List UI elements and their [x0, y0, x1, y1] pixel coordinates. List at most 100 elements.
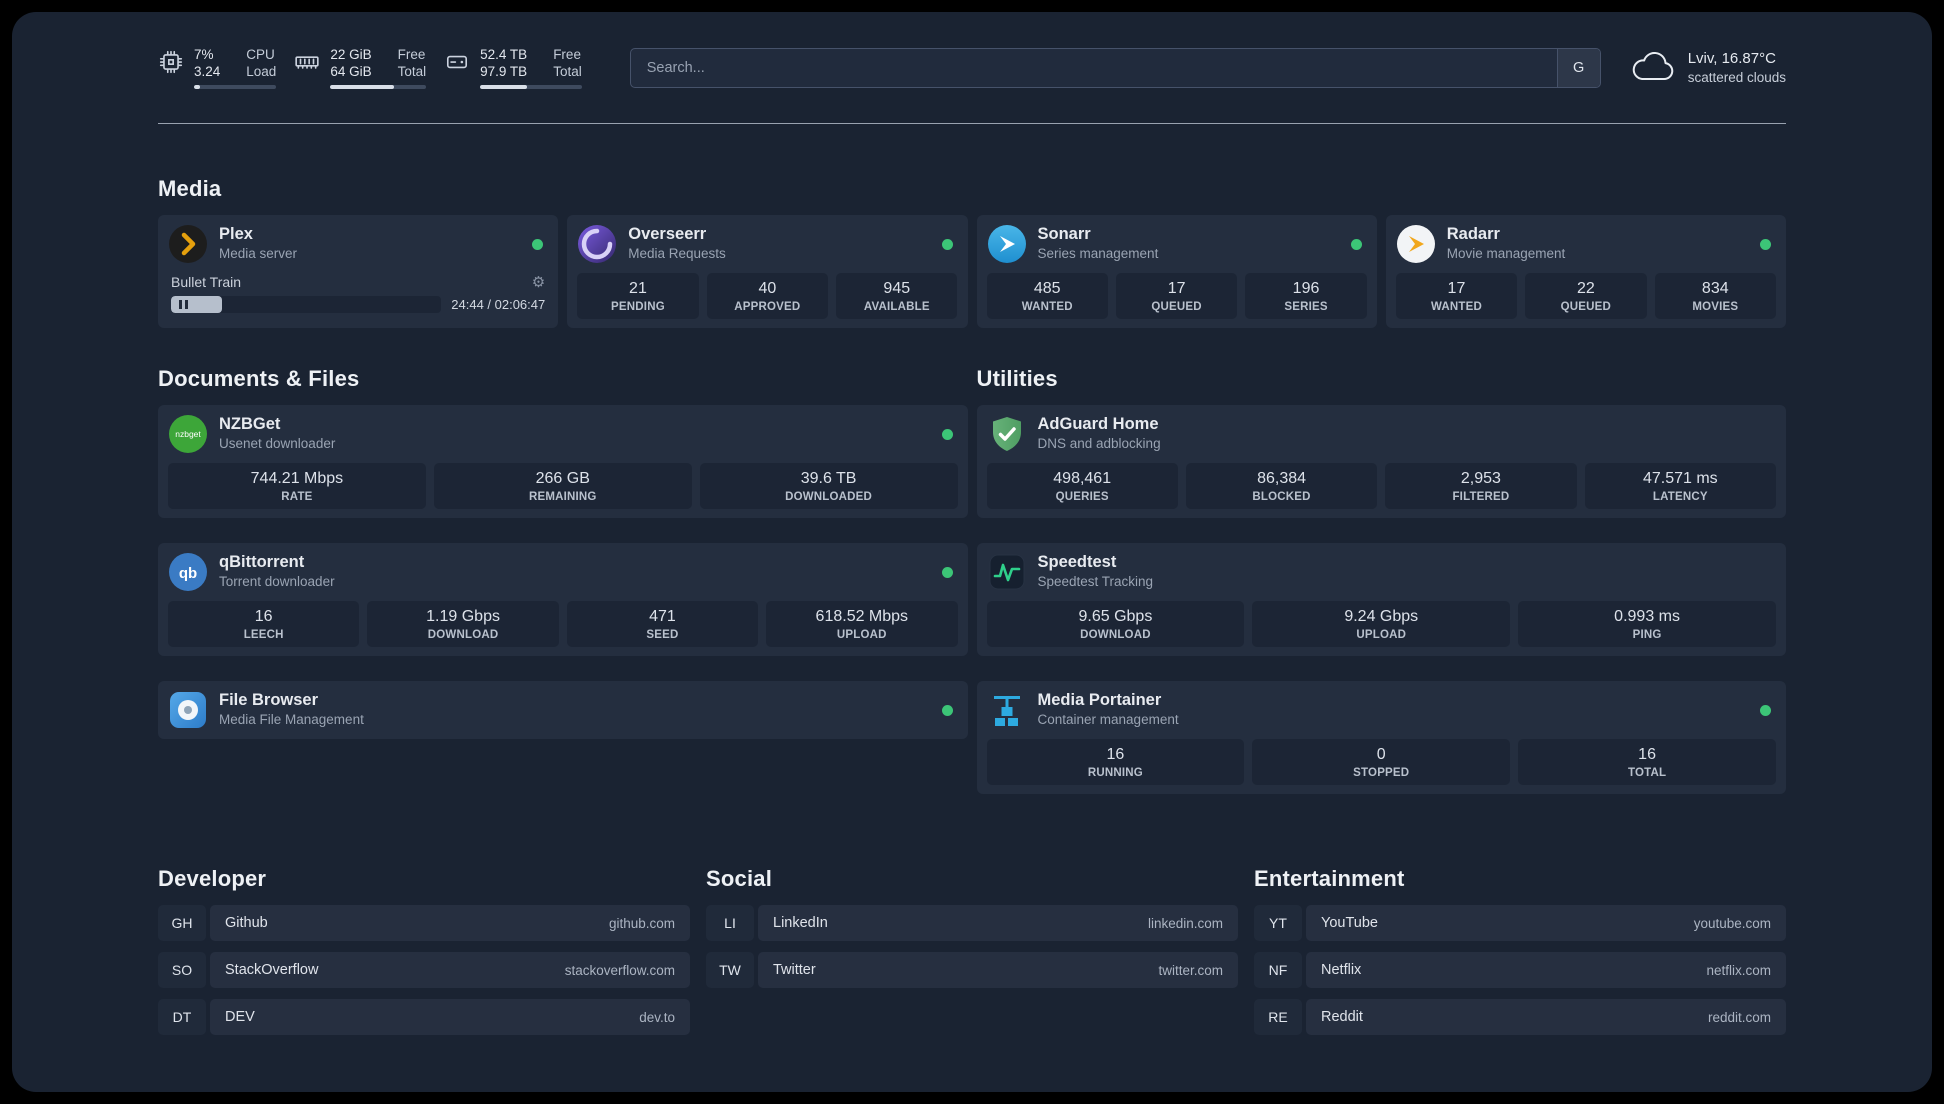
bookmark-github[interactable]: GH Github github.com [158, 905, 690, 941]
stat-label: STOPPED [1353, 767, 1410, 779]
stat-value: 9.24 Gbps [1344, 608, 1419, 625]
weather-location-temp: Lviv, 16.87°C [1687, 49, 1776, 67]
stat-value: 17 [1447, 280, 1466, 297]
dashboard-panel: 7% 3.24 CPU Load 22 GiB 64 GiB Free Tota… [12, 12, 1932, 1092]
playback-progress-bar[interactable] [171, 296, 442, 313]
stat-value: 0 [1376, 746, 1386, 763]
ram-free-label: Free [397, 47, 426, 62]
disk-progress-bar [480, 85, 582, 89]
stat-upload: 9.24 Gbps UPLOAD [1252, 601, 1511, 647]
service-name: Speedtest [1037, 553, 1117, 571]
qbittorrent-icon: qb [168, 552, 208, 592]
documents-column: Documents & Files nzbget NZBGet Usenet d… [158, 328, 968, 739]
stat-value: 485 [1033, 280, 1061, 297]
disk-total-value: 97.9 TB [480, 64, 528, 79]
service-card-speedtest[interactable]: Speedtest Speedtest Tracking 9.65 Gbps D… [976, 543, 1786, 656]
stat-value: 17 [1167, 280, 1186, 297]
cpu-load-label: Load [246, 64, 277, 79]
status-dot [532, 238, 544, 250]
utilities-column: Utilities AdGuard Home DNS and adblockin… [976, 328, 1786, 794]
bookmark-abbr: GH [158, 905, 206, 941]
bookmark-reddit[interactable]: RE Reddit reddit.com [1254, 999, 1786, 1035]
stat-leech: 16 LEECH [168, 601, 360, 647]
pause-icon[interactable] [179, 300, 188, 309]
stat-label: FILTERED [1452, 491, 1510, 503]
search-input[interactable] [629, 47, 1601, 88]
bookmark-abbr: LI [706, 905, 754, 941]
stat-label: LATENCY [1652, 491, 1708, 503]
weather-condition: scattered clouds [1687, 69, 1786, 85]
stat-latency: 47.571 ms LATENCY [1584, 463, 1776, 509]
bookmark-name: LinkedIn [773, 915, 828, 931]
service-card-portainer[interactable]: Media Portainer Container management 16 … [976, 681, 1786, 794]
stat-downloaded: 39.6 TB DOWNLOADED [699, 463, 958, 509]
stat-label: APPROVED [734, 301, 801, 313]
stat-label: LEECH [243, 629, 284, 641]
stat-wanted: 17 WANTED [1395, 273, 1518, 319]
cpu-icon [159, 50, 183, 74]
bookmark-name: Github [225, 915, 268, 931]
search-provider-button[interactable]: G [1556, 48, 1600, 87]
stat-approved: 40 APPROVED [706, 273, 829, 319]
stat-label: PENDING [611, 301, 665, 313]
bookmarks-section: Developer GH Github github.com SO StackO… [158, 866, 1786, 1046]
stat-value: 0.993 ms [1614, 608, 1680, 625]
bookmark-abbr: RE [1254, 999, 1302, 1035]
bookmark-dev[interactable]: DT DEV dev.to [158, 999, 690, 1035]
bookmark-abbr: DT [158, 999, 206, 1035]
stat-label: TOTAL [1627, 767, 1667, 779]
stat-label: REMAINING [528, 491, 597, 503]
service-card-filebrowser[interactable]: File Browser Media File Management [158, 681, 968, 739]
filebrowser-icon [168, 690, 208, 730]
service-desc: Media Requests [628, 246, 726, 261]
stat-value: 834 [1701, 280, 1729, 297]
bookmark-name: Netflix [1321, 962, 1362, 978]
overseerr-icon [577, 224, 617, 264]
service-card-adguard[interactable]: AdGuard Home DNS and adblocking 498,461 … [976, 405, 1786, 518]
bookmark-name: Reddit [1321, 1009, 1363, 1025]
stat-label: DOWNLOAD [1080, 629, 1151, 641]
stat-ping: 0.993 ms PING [1518, 601, 1776, 647]
service-card-qbittorrent[interactable]: qb qBittorrent Torrent downloader 16 LEE… [158, 543, 968, 656]
service-name: AdGuard Home [1037, 415, 1159, 433]
status-dot [1350, 238, 1362, 250]
stat-value: 16 [1638, 746, 1656, 763]
bookmark-url: stackoverflow.com [564, 962, 675, 978]
stat-label: RATE [281, 491, 313, 503]
service-name: NZBGet [219, 415, 281, 433]
cpu-load-value: 3.24 [194, 64, 221, 79]
disk-free-value: 52.4 TB [480, 47, 528, 62]
service-card-overseerr[interactable]: Overseerr Media Requests 21 PENDING 40 A… [567, 215, 968, 328]
stat-value: 22 [1576, 280, 1595, 297]
bookmark-name: DEV [225, 1009, 255, 1025]
stat-label: QUERIES [1055, 491, 1109, 503]
bookmark-netflix[interactable]: NF Netflix netflix.com [1254, 952, 1786, 988]
stat-value: 40 [758, 280, 777, 297]
bookmark-name: YouTube [1321, 915, 1378, 931]
ram-total-value: 64 GiB [330, 64, 372, 79]
service-card-radarr[interactable]: Radarr Movie management 17 WANTED 22 QUE… [1385, 215, 1786, 328]
portainer-icon [987, 690, 1027, 730]
disk-icon [447, 55, 468, 69]
service-card-plex[interactable]: Plex Media server Bullet Train ⚙ 24:44 /… [158, 215, 559, 328]
stat-upload: 618.52 Mbps UPLOAD [766, 601, 958, 647]
weather-widget: Lviv, 16.87°C scattered clouds [1631, 49, 1786, 87]
stat-label: WANTED [1430, 301, 1482, 313]
service-card-nzbget[interactable]: nzbget NZBGet Usenet downloader 744.21 M… [158, 405, 968, 518]
disk-widget: 52.4 TB 97.9 TB Free Total [444, 46, 582, 89]
gear-icon[interactable]: ⚙ [532, 275, 545, 290]
bookmark-abbr: NF [1254, 952, 1302, 988]
stat-label: AVAILABLE [863, 301, 930, 313]
bookmark-stackoverflow[interactable]: SO StackOverflow stackoverflow.com [158, 952, 690, 988]
stat-value: 47.571 ms [1642, 470, 1718, 487]
bookmark-twitter[interactable]: TW Twitter twitter.com [706, 952, 1238, 988]
stat-filtered: 2,953 FILTERED [1385, 463, 1577, 509]
bookmarks-column-entertainment: Entertainment YT YouTube youtube.com NF … [1254, 866, 1786, 1046]
service-name: Radarr [1446, 225, 1500, 243]
bookmark-linkedin[interactable]: LI LinkedIn linkedin.com [706, 905, 1238, 941]
stat-total: 16 TOTAL [1518, 739, 1776, 785]
bookmark-youtube[interactable]: YT YouTube youtube.com [1254, 905, 1786, 941]
service-card-sonarr[interactable]: Sonarr Series management 485 WANTED 17 Q… [976, 215, 1377, 328]
status-dot [941, 566, 953, 578]
bookmarks-column-developer: Developer GH Github github.com SO StackO… [158, 866, 690, 1046]
